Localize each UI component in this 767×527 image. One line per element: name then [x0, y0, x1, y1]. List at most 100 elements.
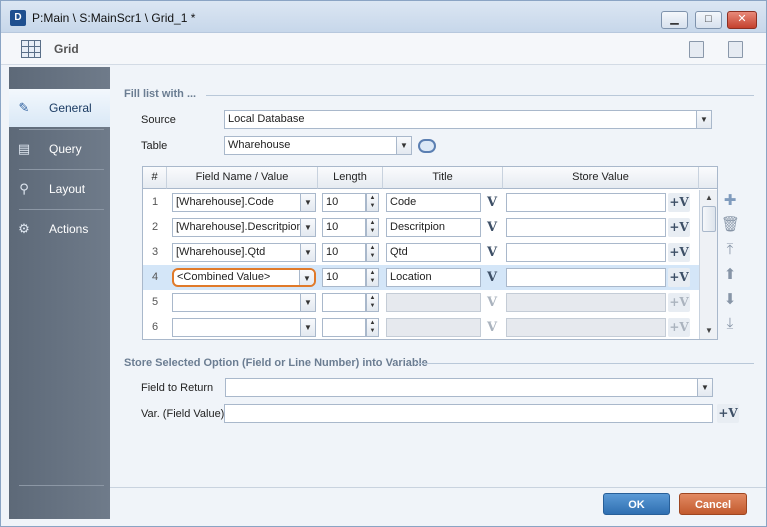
title-value: Qtd — [390, 246, 408, 258]
layout-icon: ⚲ — [19, 181, 29, 196]
sidebar-item-label: General — [49, 101, 92, 115]
sidebar-divider — [19, 485, 104, 486]
column-header-spacer — [699, 167, 717, 189]
field-name-select[interactable]: <Combined Value> ▼ — [172, 268, 316, 287]
length-input[interactable] — [322, 318, 366, 337]
maximize-button[interactable]: □ — [695, 11, 722, 29]
chevron-down-icon[interactable]: ▼ — [300, 194, 315, 211]
variable-icon[interactable]: V — [483, 318, 501, 337]
move-bottom-icon[interactable]: ⤓ — [721, 315, 739, 333]
table-row[interactable]: 1 [Wharehouse].Code ▼ 10 ▲ ▼ Code V +V — [143, 190, 699, 215]
variable-icon[interactable]: V — [483, 243, 501, 262]
add-page-icon[interactable] — [689, 41, 704, 58]
add-variable-icon[interactable]: +V — [668, 243, 690, 262]
chevron-down-icon[interactable]: ▼ — [300, 319, 315, 336]
table-row[interactable]: 6 ▼ ▲ ▼ V +V — [143, 315, 699, 340]
link-icon[interactable] — [418, 139, 436, 153]
table-row[interactable]: 2 [Wharehouse].Descritpion ▼ 10 ▲ ▼ Descritpio… — [143, 215, 699, 240]
field-name-select[interactable]: [Wharehouse].Code ▼ — [172, 193, 316, 212]
length-input[interactable] — [322, 293, 366, 312]
title-input[interactable]: Location — [386, 268, 481, 287]
chevron-down-icon[interactable]: ▼ — [697, 379, 712, 396]
length-stepper[interactable]: ▲ ▼ — [366, 193, 379, 212]
row-number: 4 — [151, 271, 159, 283]
add-row-icon[interactable]: ✚ — [721, 192, 739, 210]
title-input[interactable]: Code — [386, 193, 481, 212]
sidebar-item-query[interactable]: ▤ Query — [9, 130, 110, 168]
length-stepper[interactable]: ▲ ▼ — [366, 243, 379, 262]
length-stepper[interactable]: ▲ ▼ — [366, 218, 379, 237]
chevron-down-icon[interactable]: ▼ — [300, 294, 315, 311]
table-row[interactable]: 3 [Wharehouse].Qtd ▼ 10 ▲ ▼ Qtd V +V — [143, 240, 699, 265]
field-name-select[interactable]: ▼ — [172, 293, 316, 312]
sidebar-item-general[interactable]: ✎ General — [9, 89, 110, 127]
add-variable-icon[interactable]: +V — [668, 218, 690, 237]
title-input[interactable]: Descritpion — [386, 218, 481, 237]
store-value-input[interactable] — [506, 193, 666, 212]
table-row[interactable]: 4 <Combined Value> ▼ 10 ▲ ▼ Location V +V — [143, 265, 699, 290]
length-stepper[interactable]: ▲ ▼ — [366, 318, 379, 337]
source-select[interactable]: Local Database ▼ — [224, 110, 712, 129]
sidebar-item-actions[interactable]: ⚙ Actions — [9, 210, 110, 248]
row-number: 3 — [151, 246, 159, 258]
title-input[interactable] — [386, 318, 481, 337]
length-input[interactable]: 10 — [322, 218, 366, 237]
length-stepper[interactable]: ▲ ▼ — [366, 268, 379, 287]
add-variable-icon[interactable]: +V — [668, 268, 690, 287]
field-name-select[interactable]: ▼ — [172, 318, 316, 337]
dialog-window: D P:Main \ S:MainScr1 \ Grid_1 * ▁ □ ✕ G… — [0, 0, 767, 527]
store-value-input[interactable] — [506, 218, 666, 237]
scroll-down-icon[interactable]: ▼ — [702, 325, 716, 337]
move-down-icon[interactable]: ⬇ — [721, 291, 739, 309]
clipboard-icon[interactable] — [728, 41, 743, 58]
variable-icon[interactable]: V — [483, 268, 501, 287]
field-name-select[interactable]: [Wharehouse].Qtd ▼ — [172, 243, 316, 262]
title-input[interactable]: Qtd — [386, 243, 481, 262]
move-up-icon[interactable]: ⬆ — [721, 266, 739, 284]
add-variable-icon[interactable]: +V — [668, 318, 690, 337]
sidebar-item-layout[interactable]: ⚲ Layout — [9, 170, 110, 208]
title-input[interactable] — [386, 293, 481, 312]
length-input[interactable]: 10 — [322, 243, 366, 262]
ok-button[interactable]: OK — [603, 493, 670, 515]
chevron-down-icon[interactable]: ▼ — [299, 270, 314, 285]
scroll-up-icon[interactable]: ▲ — [702, 192, 716, 204]
grid-scrollbar[interactable]: ▲ ▼ — [699, 190, 717, 339]
add-variable-icon[interactable]: +V — [717, 404, 739, 423]
length-stepper[interactable]: ▲ ▼ — [366, 293, 379, 312]
footer-divider — [110, 487, 766, 488]
add-variable-icon[interactable]: +V — [668, 293, 690, 312]
table-select[interactable]: Wharehouse ▼ — [224, 136, 412, 155]
chevron-down-icon[interactable]: ▼ — [396, 137, 411, 154]
title-value: Location — [390, 271, 432, 283]
minimize-button[interactable]: ▁ — [661, 11, 688, 29]
dialog-header: Grid — [1, 33, 766, 65]
close-button[interactable]: ✕ — [727, 11, 757, 29]
store-value-input[interactable] — [506, 293, 666, 312]
length-input[interactable]: 10 — [322, 193, 366, 212]
store-value-input[interactable] — [506, 243, 666, 262]
var-field-value-input[interactable] — [224, 404, 713, 423]
store-value-input[interactable] — [506, 268, 666, 287]
table-row[interactable]: 5 ▼ ▲ ▼ V +V — [143, 290, 699, 315]
length-input[interactable]: 10 — [322, 268, 366, 287]
scroll-thumb[interactable] — [702, 206, 716, 232]
field-name-value: [Wharehouse].Qtd — [176, 246, 266, 258]
chevron-down-icon[interactable]: ▼ — [300, 244, 315, 261]
field-to-return-select[interactable]: ▼ — [225, 378, 713, 397]
variable-icon[interactable]: V — [483, 218, 501, 237]
chevron-down-icon[interactable]: ▼ — [696, 111, 711, 128]
length-value: 10 — [326, 271, 339, 283]
sidebar: ✎ General ▤ Query ⚲ Layout ⚙ Actions — [9, 67, 110, 519]
store-value-input[interactable] — [506, 318, 666, 337]
pencil-icon: ✎ — [18, 100, 30, 115]
add-variable-icon[interactable]: +V — [668, 193, 690, 212]
field-name-select[interactable]: [Wharehouse].Descritpion ▼ — [172, 218, 316, 237]
variable-icon[interactable]: V — [483, 193, 501, 212]
chevron-down-icon[interactable]: ▼ — [300, 219, 315, 236]
move-top-icon[interactable]: ⤒ — [721, 241, 739, 259]
variable-icon[interactable]: V — [483, 293, 501, 312]
cancel-button[interactable]: Cancel — [679, 493, 747, 515]
field-name-value: [Wharehouse].Descritpion — [176, 221, 303, 233]
delete-row-icon[interactable]: 🗑 — [721, 216, 740, 234]
